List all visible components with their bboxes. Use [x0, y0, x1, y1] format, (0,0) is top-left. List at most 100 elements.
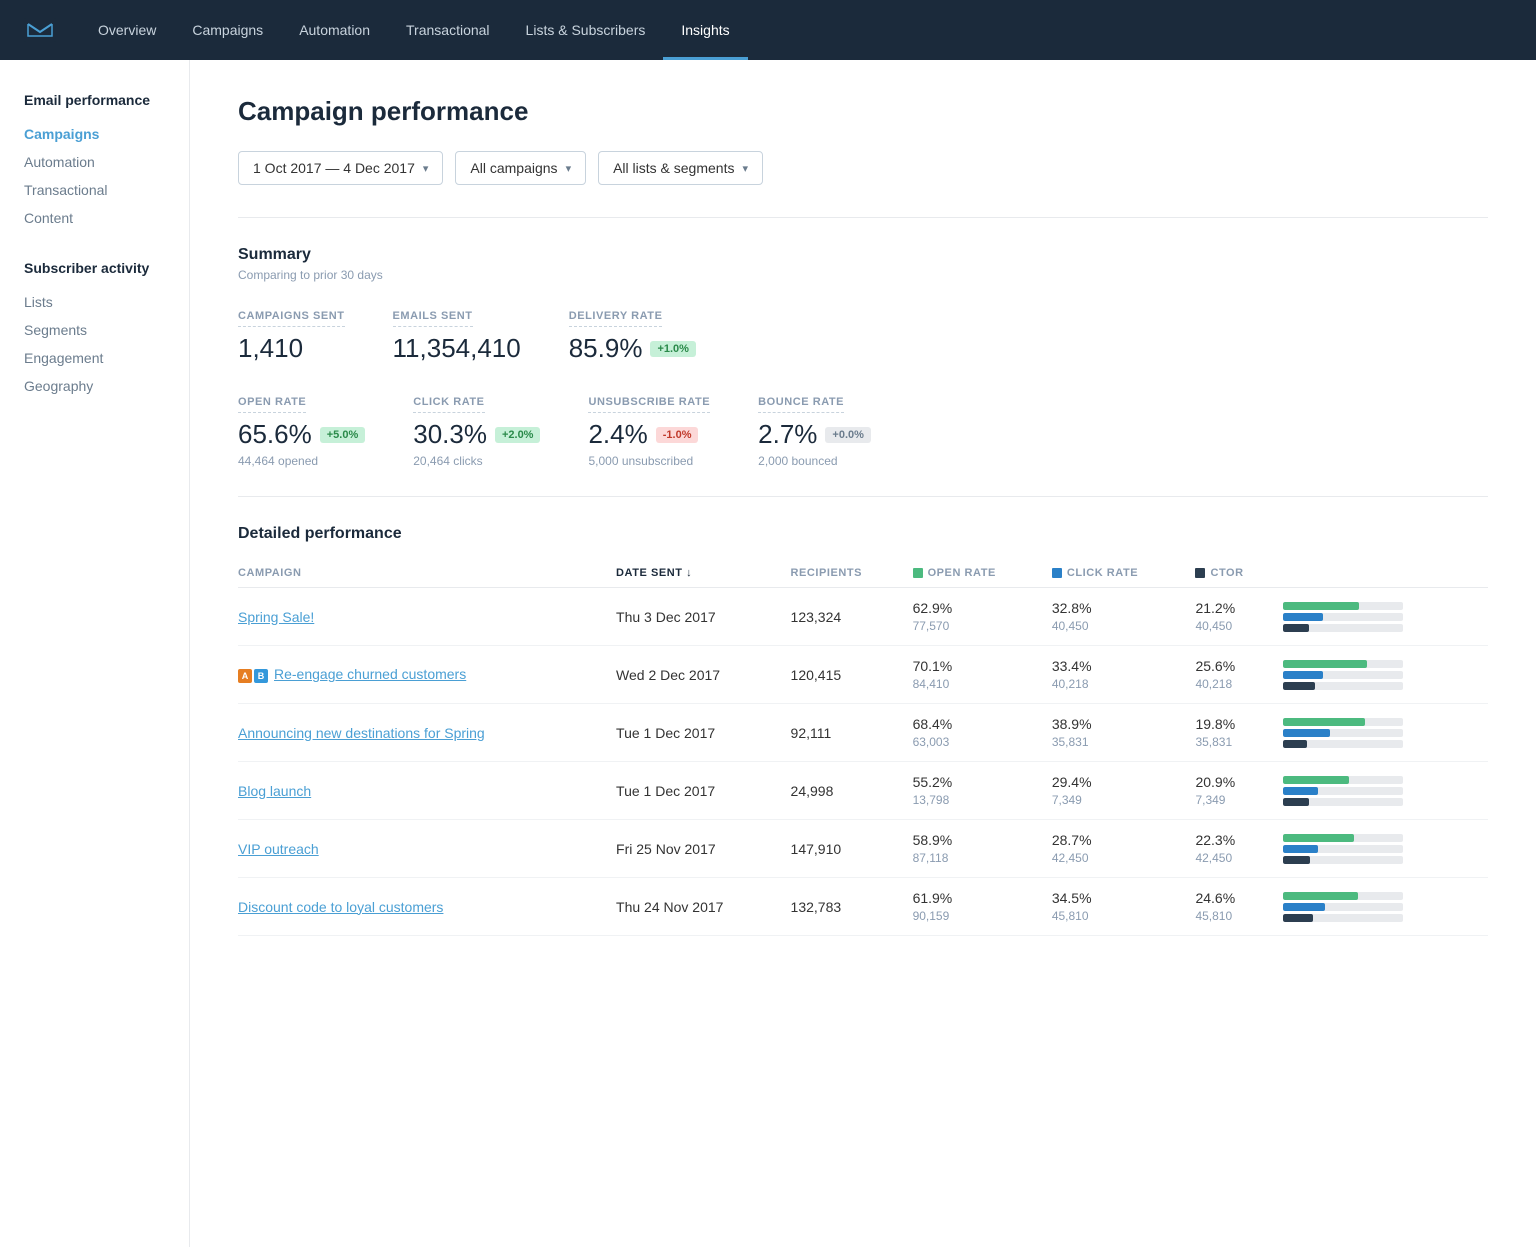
metric-label: DELIVERY RATE: [569, 310, 663, 327]
table-body: Spring Sale! Thu 3 Dec 2017123,32462.9%77…: [238, 588, 1488, 936]
td-bar-chart: [1283, 878, 1488, 936]
click-rate-bar-track: [1283, 903, 1403, 911]
td-open-rate: 62.9%77,570: [913, 588, 1052, 646]
open-rate-bar-fill: [1283, 834, 1354, 842]
ctor-bar-row: [1283, 682, 1476, 690]
td-date: Thu 3 Dec 2017: [616, 588, 790, 646]
click-rate-bar-track: [1283, 613, 1403, 621]
metric-label: BOUNCE RATE: [758, 396, 844, 413]
campaign-filter[interactable]: All campaigns ▾: [455, 151, 586, 185]
open-rate-bar-fill: [1283, 776, 1349, 784]
metric-value: 2.4%-1.0%: [588, 419, 710, 450]
sidebar-item-lists[interactable]: Lists: [24, 288, 165, 316]
sidebar-section-title-0: Email performance: [24, 92, 165, 108]
ctor-bar-row: [1283, 624, 1476, 632]
sidebar-item-geography[interactable]: Geography: [24, 372, 165, 400]
open-rate-bar-fill: [1283, 892, 1357, 900]
sidebar-item-automation[interactable]: Automation: [24, 148, 165, 176]
metric-sub: 5,000 unsubscribed: [588, 454, 710, 468]
click-rate-bar-row: [1283, 787, 1476, 795]
nav-item-lists__subscribers[interactable]: Lists & Subscribers: [508, 0, 664, 60]
sidebar-item-campaigns[interactable]: Campaigns: [24, 120, 165, 148]
metric-value: 85.9%+1.0%: [569, 333, 696, 364]
open-rate-bar-track: [1283, 602, 1403, 610]
sidebar-section-1: Subscriber activityListsSegmentsEngageme…: [24, 260, 165, 400]
ctor-bar-track: [1283, 682, 1403, 690]
sidebar-item-content[interactable]: Content: [24, 204, 165, 232]
detailed-performance-section: Detailed performance CAMPAIGNDATE SENT ↓…: [238, 525, 1488, 936]
legend-blue-icon: [1052, 568, 1062, 578]
td-ctor: 24.6%45,810: [1195, 878, 1283, 936]
metric-click-rate: CLICK RATE30.3%+2.0%20,464 clicks: [413, 392, 540, 468]
td-open-rate: 70.1%84,410: [913, 646, 1052, 704]
td-recipients: 120,415: [791, 646, 913, 704]
metric-emails-sent: EMAILS SENT11,354,410: [393, 306, 521, 364]
click-rate-bar-track: [1283, 787, 1403, 795]
click-rate-bar-fill: [1283, 671, 1323, 679]
open-rate-bar-fill: [1283, 602, 1359, 610]
open-rate-bar-track: [1283, 834, 1403, 842]
ctor-bar-fill: [1283, 798, 1308, 806]
th-ctor: CTOR: [1195, 559, 1283, 588]
sidebar-item-engagement[interactable]: Engagement: [24, 344, 165, 372]
td-open-rate: 61.9%90,159: [913, 878, 1052, 936]
table-row: VIP outreachFri 25 Nov 2017147,91058.9%8…: [238, 820, 1488, 878]
top-navigation: OverviewCampaignsAutomationTransactional…: [0, 0, 1536, 60]
nav-item-campaigns[interactable]: Campaigns: [174, 0, 281, 60]
th-recipients: RECIPIENTS: [791, 559, 913, 588]
metrics-row-1: CAMPAIGNS SENT1,410 EMAILS SENT11,354,410…: [238, 306, 1488, 364]
open-rate-bar-track: [1283, 718, 1403, 726]
campaign-link-0[interactable]: Spring Sale!: [238, 609, 314, 625]
td-campaign: Spring Sale!: [238, 588, 616, 646]
campaign-link-5[interactable]: Discount code to loyal customers: [238, 899, 443, 915]
metric-badge: +5.0%: [320, 427, 366, 443]
metric-label: CLICK RATE: [413, 396, 484, 413]
sidebar-item-transactional[interactable]: Transactional: [24, 176, 165, 204]
metric-unsubscribe-rate: UNSUBSCRIBE RATE2.4%-1.0%5,000 unsubscri…: [588, 392, 710, 468]
campaign-chevron-icon: ▾: [566, 162, 572, 175]
list-filter[interactable]: All lists & segments ▾: [598, 151, 763, 185]
table-row: Spring Sale! Thu 3 Dec 2017123,32462.9%77…: [238, 588, 1488, 646]
list-filter-label: All lists & segments: [613, 160, 734, 176]
open-rate-bar-row: [1283, 892, 1476, 900]
nav-item-transactional[interactable]: Transactional: [388, 0, 508, 60]
metric-value: 30.3%+2.0%: [413, 419, 540, 450]
campaign-link-1[interactable]: Re-engage churned customers: [274, 666, 466, 682]
divider-top: [238, 217, 1488, 218]
td-recipients: 123,324: [791, 588, 913, 646]
open-rate-bar-fill: [1283, 660, 1367, 668]
metric-value: 1,410: [238, 333, 345, 364]
legend-dark-icon: [1195, 568, 1205, 578]
table-row: Blog launchTue 1 Dec 201724,99855.2%13,7…: [238, 762, 1488, 820]
nav-item-overview[interactable]: Overview: [80, 0, 174, 60]
campaign-link-3[interactable]: Blog launch: [238, 783, 311, 799]
date-range-filter[interactable]: 1 Oct 2017 — 4 Dec 2017 ▾: [238, 151, 443, 185]
divider-middle: [238, 496, 1488, 497]
metric-value: 65.6%+5.0%: [238, 419, 365, 450]
ctor-bar-track: [1283, 856, 1403, 864]
table-head: CAMPAIGNDATE SENT ↓RECIPIENTSOPEN RATECL…: [238, 559, 1488, 588]
td-date: Thu 24 Nov 2017: [616, 878, 790, 936]
metric-badge: +0.0%: [825, 427, 871, 443]
campaign-link-4[interactable]: VIP outreach: [238, 841, 319, 857]
td-click-rate: 32.8%40,450: [1052, 588, 1196, 646]
sidebar-item-segments[interactable]: Segments: [24, 316, 165, 344]
click-rate-bar-track: [1283, 845, 1403, 853]
nav-item-insights[interactable]: Insights: [663, 0, 747, 60]
ctor-bar-fill: [1283, 682, 1314, 690]
performance-table: CAMPAIGNDATE SENT ↓RECIPIENTSOPEN RATECL…: [238, 559, 1488, 936]
th-date_sent[interactable]: DATE SENT ↓: [616, 559, 790, 588]
metric-campaigns-sent: CAMPAIGNS SENT1,410: [238, 306, 345, 364]
campaign-link-2[interactable]: Announcing new destinations for Spring: [238, 725, 485, 741]
table-row: Discount code to loyal customers Thu 24 N…: [238, 878, 1488, 936]
metric-badge: +1.0%: [650, 341, 696, 357]
td-date: Tue 1 Dec 2017: [616, 704, 790, 762]
td-date: Wed 2 Dec 2017: [616, 646, 790, 704]
ab-badge: AB: [238, 669, 268, 683]
click-rate-bar-fill: [1283, 903, 1325, 911]
nav-item-automation[interactable]: Automation: [281, 0, 388, 60]
sidebar-section-0: Email performance CampaignsAutomationTran…: [24, 92, 165, 232]
td-campaign: AB Re-engage churned customers: [238, 646, 616, 704]
td-bar-chart: [1283, 704, 1488, 762]
ctor-bar-track: [1283, 798, 1403, 806]
